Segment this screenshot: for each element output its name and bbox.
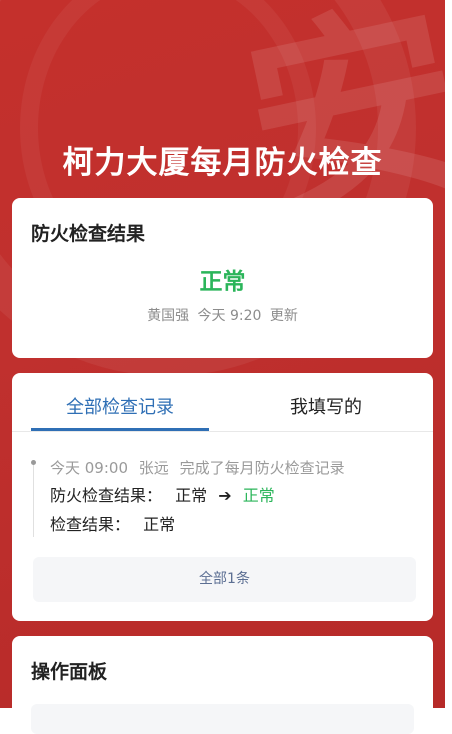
active-tab-indicator — [31, 428, 209, 431]
page-title: 柯力大厦每月防火检查 — [62, 145, 383, 181]
result-updated-meta: 黄国强 今天 9:20 更新 — [12, 305, 433, 325]
result-card-heading: 防火检查结果 — [31, 223, 146, 245]
field-new-value: 正常 — [242, 486, 275, 505]
operation-panel-heading: 操作面板 — [31, 661, 108, 683]
timeline-line — [33, 461, 34, 537]
record-field-fire-check: 防火检查结果： 正常 ➔ 正常 — [50, 482, 275, 506]
operation-panel-card: 操作面板 — [12, 636, 433, 734]
result-status: 正常 — [199, 269, 246, 295]
records-card: 全部检查记录 我填写的 今天 09:00 张远 完成了每月防火检查记录 防火检查… — [12, 373, 433, 621]
view-all-records-button[interactable]: 全部1条 — [33, 557, 416, 602]
field-old-value: 正常 — [175, 486, 208, 505]
records-tabs: 全部检查记录 我填写的 — [12, 373, 433, 432]
entry-time: 今天 09:00 — [50, 459, 128, 477]
field-value: 正常 — [143, 515, 176, 534]
field-label: 检查结果： — [50, 515, 131, 534]
record-entry-header: 今天 09:00 张远 完成了每月防火检查记录 — [50, 457, 351, 478]
updated-by: 黄国强 — [147, 308, 190, 324]
arrow-right-icon: ➔ — [218, 486, 232, 505]
entry-user: 张远 — [138, 459, 169, 477]
result-card: 防火检查结果 正常 黄国强 今天 9:20 更新 — [12, 198, 433, 358]
updated-suffix: 更新 — [269, 308, 298, 324]
tab-my-records[interactable]: 我填写的 — [226, 393, 426, 419]
field-label: 防火检查结果： — [50, 486, 163, 505]
updated-time: 今天 9:20 — [197, 308, 262, 324]
timeline-dot — [31, 460, 36, 465]
record-field-check-result: 检查结果： 正常 — [50, 511, 175, 535]
entry-action: 完成了每月防火检查记录 — [179, 459, 345, 477]
operation-panel-area — [31, 704, 414, 734]
tab-all-records[interactable]: 全部检查记录 — [31, 393, 209, 419]
